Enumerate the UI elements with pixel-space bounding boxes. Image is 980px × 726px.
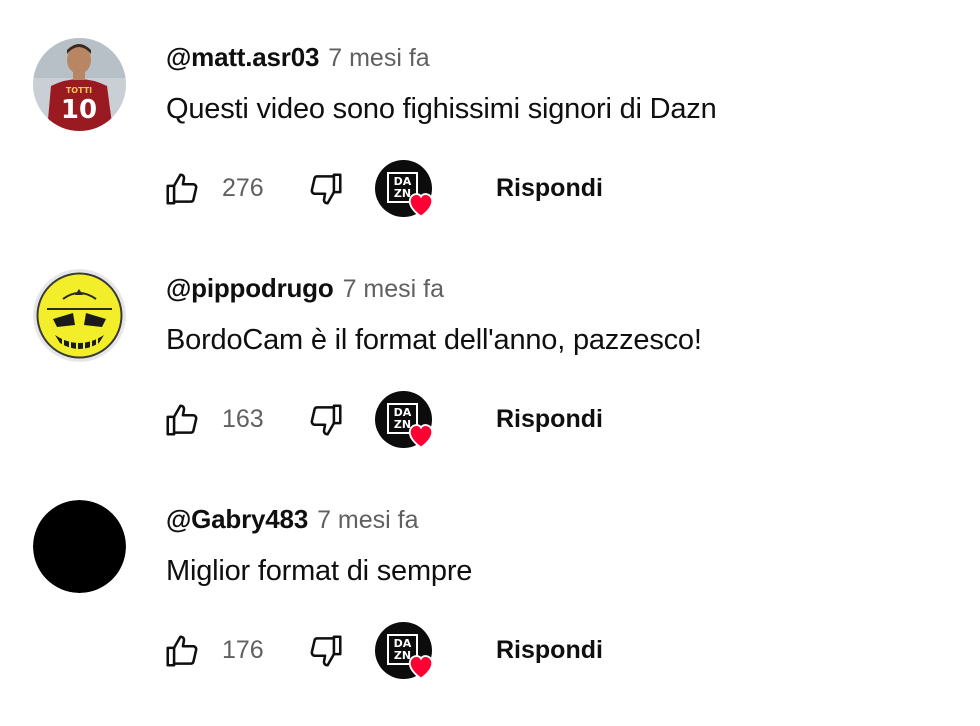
footballer-avatar-image: TOTTI 10 <box>33 38 126 131</box>
comment-author[interactable]: @pippodrugo <box>166 273 334 304</box>
comment-author[interactable]: @matt.asr03 <box>166 42 319 73</box>
thumbs-up-icon[interactable] <box>163 401 201 439</box>
shirt-number: 10 <box>61 95 97 125</box>
avatar[interactable] <box>33 269 126 362</box>
black-circle-avatar-image <box>33 500 126 593</box>
comment-time[interactable]: 7 mesi fa <box>328 44 429 73</box>
reply-button[interactable]: Rispondi <box>496 174 603 203</box>
thumbs-up-icon[interactable] <box>163 632 201 670</box>
reply-button[interactable]: Rispondi <box>496 636 603 665</box>
creator-heart-icon[interactable]: DA ZN <box>375 389 439 451</box>
comment-header: @pippodrugo 7 mesi fa <box>166 273 444 309</box>
thumbs-down-icon[interactable] <box>307 401 345 439</box>
reply-button[interactable]: Rispondi <box>496 405 603 434</box>
shirt-name: TOTTI <box>66 86 92 95</box>
avatar[interactable] <box>33 500 126 593</box>
like-count: 176 <box>222 636 264 664</box>
comment-text: Miglior format di sempre <box>166 555 473 587</box>
thumbs-down-icon[interactable] <box>307 632 345 670</box>
comment-text: Questi video sono fighissimi signori di … <box>166 93 717 125</box>
comment-actions: 163 DA ZN Rispondi <box>163 389 863 449</box>
yellow-skull-avatar-image <box>33 269 126 362</box>
thumbs-up-icon[interactable] <box>163 170 201 208</box>
heart-icon <box>408 193 434 218</box>
comment-header: @matt.asr03 7 mesi fa <box>166 42 430 78</box>
comment-text: BordoCam è il format dell'anno, pazzesco… <box>166 324 702 356</box>
comment-header: @Gabry483 7 mesi fa <box>166 504 419 540</box>
thumbs-down-icon[interactable] <box>307 170 345 208</box>
comment-author[interactable]: @Gabry483 <box>166 504 308 535</box>
comment-item: @pippodrugo 7 mesi fa BordoCam è il form… <box>0 231 980 462</box>
comment-item: TOTTI 10 @matt.asr03 7 mesi fa Questi vi… <box>0 0 980 231</box>
creator-heart-icon[interactable]: DA ZN <box>375 620 439 682</box>
avatar[interactable]: TOTTI 10 <box>33 38 126 131</box>
comment-actions: 276 DA ZN Rispondi <box>163 158 863 218</box>
heart-icon <box>408 424 434 449</box>
like-count: 163 <box>222 405 264 433</box>
comment-time[interactable]: 7 mesi fa <box>317 506 418 535</box>
comment-actions: 176 DA ZN Rispondi <box>163 620 863 680</box>
comment-time[interactable]: 7 mesi fa <box>343 275 444 304</box>
like-count: 276 <box>222 174 264 202</box>
comment-item: @Gabry483 7 mesi fa Miglior format di se… <box>0 462 980 693</box>
heart-icon <box>408 655 434 680</box>
creator-heart-icon[interactable]: DA ZN <box>375 158 439 220</box>
